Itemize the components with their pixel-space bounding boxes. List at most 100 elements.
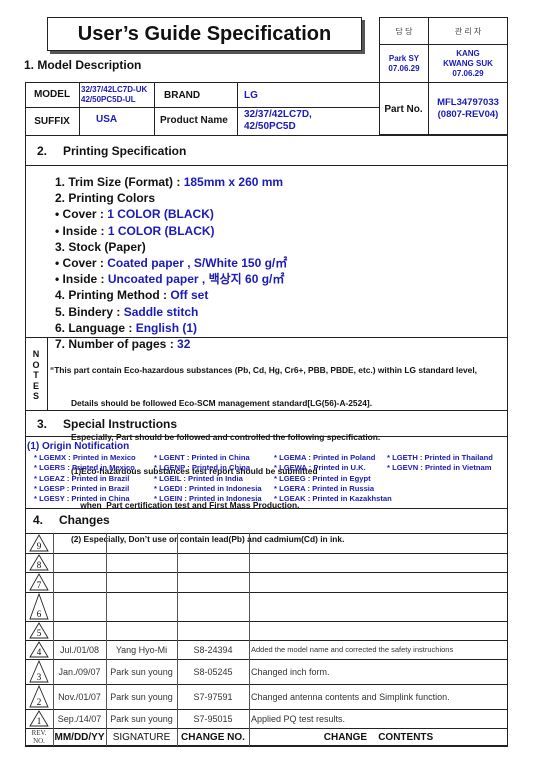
change-date [55,533,104,553]
spec-item: 5. Bindery : Saddle stitch [55,304,199,319]
change-contents [251,592,506,621]
product-name-label: Product Name [160,115,228,126]
change-date: Jul./01/08 [59,644,100,655]
section4-number: 4. [33,513,44,527]
origin-notification-title: (1) Origin Notification [27,441,130,452]
suffix-label: SUFFIX [34,115,70,127]
revision-number: 8 [37,560,42,570]
change-change-no [179,572,247,592]
change-contents: Applied PQ test results. [251,713,346,724]
changes-col-line [106,533,107,746]
brand-label: BRAND [164,90,201,101]
document-title: User’s Guide Specification [47,17,362,51]
section1-title: 1. Model Description [24,58,142,72]
printing-spec-list: 1. Trim Size (Format) : 185mm x 260 mm 2… [55,174,287,352]
change-change-no [179,621,247,640]
change-date: Nov./01/07 [58,691,101,702]
change-signature: Park sun young [110,713,173,724]
change-change-no [179,533,247,553]
approval-manager-value: KANG KWANG SUK 07.06.29 [429,45,507,83]
change-signature [108,572,175,592]
change-change-no: S7-97591 [193,691,233,702]
change-date: Jan./09/07 [58,666,101,677]
approval-header-in-charge: 담 당 [380,18,429,45]
approval-header-manager: 관 리 자 [429,18,507,45]
revision-number: 5 [37,628,42,638]
approval-manager-date: 07.06.29 [452,69,484,78]
revision-number: 3 [37,672,42,682]
header-contents: CHANGE CONTENTS [323,731,434,743]
section4-title-text: Changes [59,513,110,527]
change-change-no: S8-05245 [193,666,233,677]
changes-col-line [53,533,54,746]
change-change-no: S7-95015 [193,713,233,724]
notes-line: Details should be followed Eco-SCM manag… [50,398,373,409]
revision-number: 4 [37,647,42,657]
revision-triangle-icon: 1 [29,710,49,727]
section3-number: 3. [37,417,48,431]
part-no-label: Part No. [384,103,423,115]
change-date: Sep./14/07 [57,713,102,724]
header-rev-no: REV. NO. [31,729,47,745]
revision-number: 7 [37,580,42,590]
revision-triangle-icon: 8 [29,554,49,571]
approval-in-charge-name: Park SY [388,54,420,63]
revision-number: 9 [37,541,42,551]
change-signature: Park sun young [110,691,173,702]
spec-item: 6. Language : English (1) [55,320,198,335]
product-name-line-1: 32/37/42LC7D, [244,109,312,120]
section2-number: 2. [37,144,48,158]
origin-column-4: * LGETH : Printed in Thailand * LGEVN : P… [387,453,493,473]
revision-triangle-icon: 5 [29,622,49,639]
brand-value: LG [244,90,258,101]
suffix-value: USA [96,114,118,125]
product-name-line-2: 42/50PC5D [244,121,296,132]
change-contents: Added the model name and corrected the s… [251,645,454,654]
change-signature: Park sun young [110,666,173,677]
change-date [55,572,104,592]
change-change-no: S8-24394 [193,644,233,655]
section2-title-text: Printing Specification [63,144,187,158]
product-name-value: 32/37/42LC7D, 42/50PC5D [244,109,312,133]
change-signature [108,621,175,640]
model-value: 32/37/42LC7D-UK 42/50PC5D-UL [81,85,147,105]
change-contents [251,533,506,553]
section2-title: 2. Printing Specification [37,144,186,158]
header-date: MM/DD/YY [54,731,105,743]
change-contents: Changed antenna contents and Simplink fu… [251,691,450,702]
section3-title: 3. Special Instructions [37,417,177,431]
notes-label: NOTES [32,349,40,401]
change-signature [108,592,175,621]
change-signature [108,553,175,572]
change-signature: Yang Hyo-Mi [115,644,168,655]
change-date [55,553,104,572]
revision-triangle-icon: 7 [29,573,49,591]
spec-item: • Cover : 1 COLOR (BLACK) [55,207,214,222]
header-change-no: CHANGE NO. [181,731,245,743]
change-contents [251,553,506,572]
revision-triangle-icon: 4 [29,641,49,658]
origin-column-3: * LGEMA : Printed in Poland * LGEWA : Pri… [274,453,392,504]
changes-col-line [249,533,250,746]
spec-item: • Inside : Uncoated paper , 백상지 60 g/㎡ [55,272,285,287]
change-contents [251,572,506,592]
approval-in-charge-date: 07.06.29 [388,64,420,73]
revision-number: 6 [37,609,42,619]
model-value-line-2: 42/50PC5D-UL [81,95,136,104]
changes-col-line [177,533,178,746]
approval-manager-name-2: KWANG SUK [443,59,493,68]
revision-triangle-icon: 2 [29,685,49,708]
changes-row-line [25,746,508,747]
approval-manager-name-1: KANG [456,49,480,58]
notes-line: “This part contain Eco-hazardous substan… [50,364,477,375]
spec-item: 3. Stock (Paper) [55,239,146,254]
section4-title: 4. Changes [33,513,110,527]
spec-item: 1. Trim Size (Format) : 185mm x 260 mm [55,175,284,189]
revision-triangle-icon: 6 [29,593,49,620]
part-no-value: MFL34797033 (0807-REV04) [428,82,508,136]
revision-triangle-icon: 9 [29,534,49,552]
change-change-no [179,592,247,621]
spec-item: • Cover : Coated paper , S/White 150 g/㎡ [55,256,288,271]
approval-in-charge-value: Park SY 07.06.29 [380,45,429,83]
spec-item: • Inside : 1 COLOR (BLACK) [55,223,215,238]
